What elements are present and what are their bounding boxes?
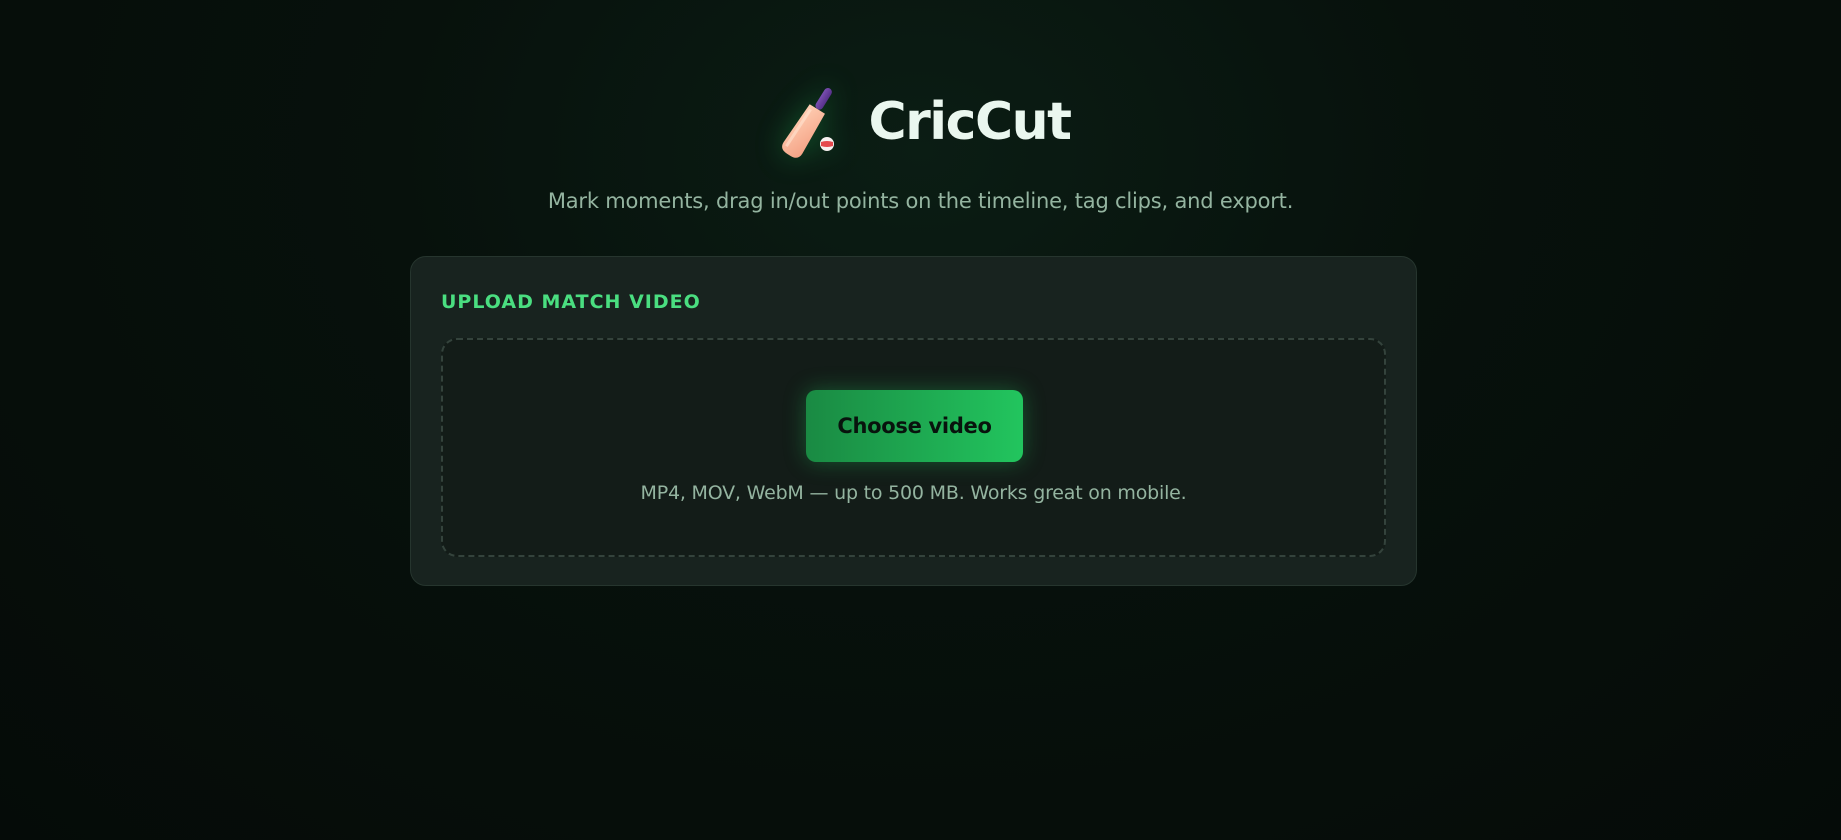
choose-video-button[interactable]: Choose video <box>806 390 1023 462</box>
app-header: CricCut <box>0 78 1841 166</box>
upload-card: UPLOAD MATCH VIDEO Choose video MP4, MOV… <box>410 256 1417 586</box>
upload-dropzone[interactable]: Choose video MP4, MOV, WebM — up to 500 … <box>441 338 1386 557</box>
app-title: CricCut <box>868 92 1073 152</box>
upload-section-title: UPLOAD MATCH VIDEO <box>441 291 701 313</box>
tagline: Mark moments, drag in/out points on the … <box>547 189 1294 213</box>
cricket-bat-icon <box>771 78 845 166</box>
upload-hint: MP4, MOV, WebM — up to 500 MB. Works gre… <box>640 482 1187 504</box>
